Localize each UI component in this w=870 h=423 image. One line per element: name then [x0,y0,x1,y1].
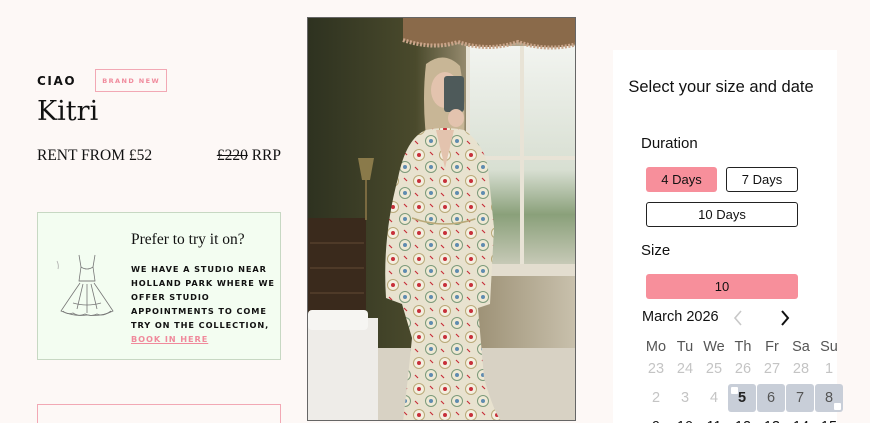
calendar-day-today[interactable]: 5 [728,384,756,412]
calendar-day: 4 [709,390,719,406]
calendar-day: 24 [676,361,694,377]
duration-7-days-button[interactable]: 7 Days [726,167,798,192]
calendar-day[interactable]: 14 [787,413,815,423]
calendar-day-available[interactable]: 6 [757,384,785,412]
chevron-left-icon[interactable] [731,308,745,328]
chevron-right-icon[interactable] [778,308,792,328]
day-marker [834,403,841,410]
calendar-day-available[interactable]: 8 [815,384,843,412]
duration-4-days-button[interactable]: 4 Days [646,167,717,192]
secondary-info-card [37,404,281,423]
calendar-day-number: 8 [824,390,834,406]
duration-10-days-button[interactable]: 10 Days [646,202,798,227]
product-photo[interactable] [307,17,576,421]
calendar-day[interactable]: 15 [815,413,843,423]
rrp-price: £220 RRP [217,147,281,165]
calendar-day: 3 [680,390,690,406]
calendar-day: 2 [651,390,661,406]
calendar-month: March 2026 [642,309,719,325]
calendar-day[interactable]: 10 [671,413,699,423]
calendar-day: 23 [647,361,665,377]
brand-row: CIAO BRAND NEW [37,69,168,92]
today-marker [731,387,738,394]
size-label: Size [641,242,671,259]
book-in-here-link[interactable]: BOOK IN HERE [131,332,277,346]
try-on-text: WE HAVE A STUDIO NEAR HOLLAND PARK WHERE… [131,262,277,346]
rrp-label: RRP [251,147,281,164]
calendar-day: 28 [792,361,810,377]
rrp-value: £220 [216,147,248,164]
try-on-card: Prefer to try it on? WE HAVE A STUDIO NE… [37,212,281,360]
rent-price: RENT FROM £52 [37,147,153,164]
try-on-title: Prefer to try it on? [131,231,245,248]
calendar-day[interactable]: 9 [642,413,670,423]
calendar-day: 1 [824,361,834,377]
product-title: Kitri [37,96,99,127]
brand-new-badge: BRAND NEW [95,69,168,92]
booking-panel: Select your size and date Duration 4 Day… [613,50,843,423]
calendar-day: 27 [763,361,781,377]
duration-label: Duration [641,135,698,152]
panel-title: Select your size and date [628,78,814,96]
calendar-day-available[interactable]: 7 [786,384,814,412]
dress-sketch-icon [56,254,114,316]
price-row: RENT FROM £52 £220 RRP [37,147,281,165]
calendar-day[interactable]: 11 [700,413,728,423]
calendar-day: 26 [734,361,752,377]
calendar-day: 25 [705,361,723,377]
calendar-day-number: 5 [737,390,747,406]
size-10-button[interactable]: 10 [646,274,798,299]
calendar-day[interactable]: 13 [758,413,786,423]
product-photo-image [308,18,575,420]
calendar-day[interactable]: 12 [729,413,757,423]
try-on-body: WE HAVE A STUDIO NEAR HOLLAND PARK WHERE… [131,264,275,330]
brand-name[interactable]: CIAO [37,74,76,88]
